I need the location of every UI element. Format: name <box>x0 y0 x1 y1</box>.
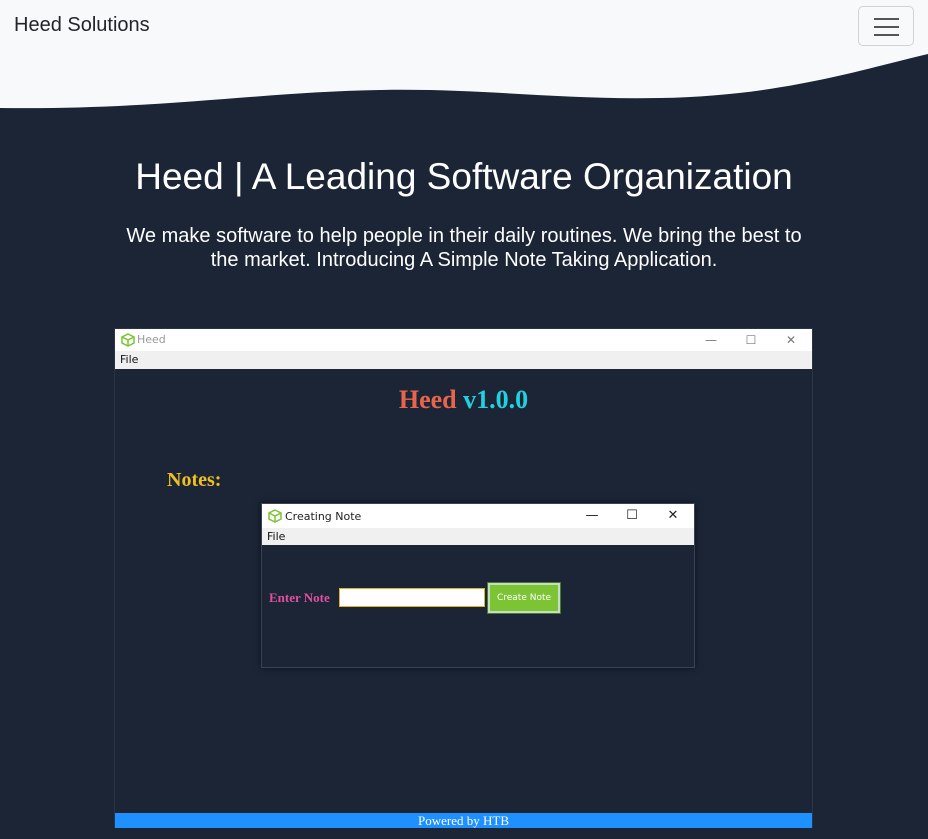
dialog-titlebar: Creating Note — ☐ ✕ <box>262 504 694 528</box>
dialog-menubar: File <box>262 528 694 545</box>
note-input[interactable] <box>339 588 485 607</box>
app-window-title: Heed <box>137 333 166 346</box>
cube-icon <box>121 333 135 347</box>
hamburger-icon <box>874 18 899 20</box>
app-heading-version: v1.0.0 <box>463 385 529 414</box>
close-icon[interactable]: ✕ <box>783 332 799 348</box>
dialog-title: Creating Note <box>285 510 362 523</box>
powered-by-footer: Powered by HTB <box>115 813 812 828</box>
brand-link[interactable]: Heed Solutions <box>14 14 150 37</box>
hamburger-icon-line <box>874 34 899 36</box>
app-heading-name: Heed <box>398 385 457 414</box>
enter-note-label: Enter Note <box>269 590 330 605</box>
creating-note-dialog: Creating Note — ☐ ✕ File Enter Note Crea… <box>261 503 695 668</box>
notes-label: Notes: <box>167 469 222 491</box>
cube-icon <box>268 509 282 523</box>
navbar: Heed Solutions <box>0 0 928 110</box>
minimize-icon[interactable]: — <box>584 508 600 524</box>
create-note-button[interactable]: Create Note <box>487 582 561 614</box>
maximize-icon[interactable]: ☐ <box>743 332 759 348</box>
maximize-icon[interactable]: ☐ <box>624 508 640 524</box>
hamburger-icon-line <box>874 26 899 28</box>
navbar-toggle-button[interactable] <box>858 6 914 46</box>
app-heading: Heed v1.0.0 <box>115 385 812 415</box>
app-titlebar: Heed — ☐ ✕ <box>115 329 812 351</box>
app-screenshot-window: Heed — ☐ ✕ File Heed v1.0.0 Notes: Creat… <box>114 328 813 828</box>
app-menubar: File <box>115 351 812 369</box>
menu-file[interactable]: File <box>120 353 138 366</box>
hero-title: Heed | A Leading Software Organization <box>135 156 793 197</box>
minimize-icon[interactable]: — <box>703 332 719 348</box>
menu-file[interactable]: File <box>267 530 285 543</box>
hero-description: We make software to help people in their… <box>126 225 802 271</box>
close-icon[interactable]: ✕ <box>665 508 681 524</box>
